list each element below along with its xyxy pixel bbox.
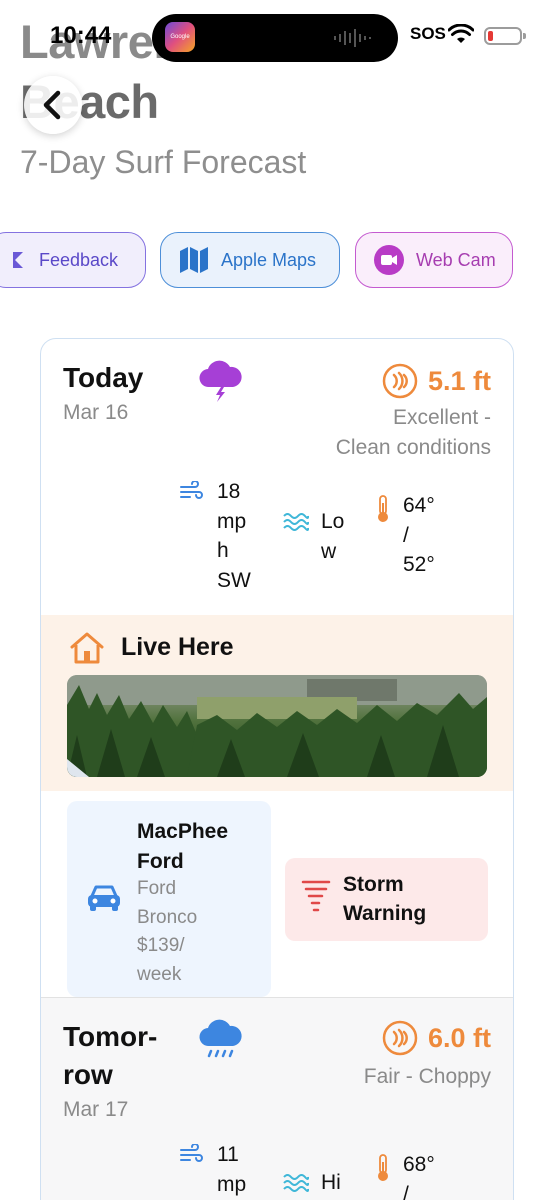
web-cam-button[interactable]: Web Cam	[355, 232, 513, 288]
wind-value: 11	[217, 1143, 239, 1166]
tornado-icon	[301, 880, 331, 912]
ford-title: MacPhee Ford	[137, 817, 228, 877]
feedback-button[interactable]: Feedback	[0, 232, 146, 288]
storm-title-line1: Storm	[343, 873, 404, 896]
tide-value-1: Lo	[321, 510, 345, 533]
web-cam-label: Web Cam	[416, 249, 496, 270]
forecast-card: Today Mar 16 5.1 ft Excellent - Clean co…	[40, 338, 514, 1200]
forest-scene-image	[67, 675, 487, 777]
wind-unit-1: mp	[217, 509, 247, 533]
live-here-sponsor[interactable]: Live Here	[41, 615, 513, 791]
tide-value-1: Hi	[321, 1171, 341, 1194]
status-bar: 10:44 Google SOS	[0, 0, 554, 70]
day-name-line1: Tomor-	[63, 1021, 158, 1052]
thermometer-icon	[378, 495, 388, 522]
wind-icon	[180, 481, 203, 499]
action-chip-row: Feedback Apple Maps Web Cam	[0, 232, 554, 290]
day-name-line2: row	[63, 1059, 113, 1090]
car-icon	[88, 885, 120, 911]
page-subtitle: 7-Day Surf Forecast	[20, 144, 307, 180]
wave-height: 6.0 ft	[382, 1020, 491, 1056]
water-waves-icon	[283, 513, 309, 531]
ford-title-line2: Ford	[137, 850, 184, 873]
condition-line2: Clean conditions	[335, 436, 491, 459]
feedback-icon	[13, 252, 23, 268]
back-button[interactable]	[24, 76, 82, 134]
apple-maps-label: Apple Maps	[221, 249, 317, 270]
house-icon	[70, 632, 104, 664]
wifi-icon	[448, 24, 474, 43]
condition-line1: Excellent -	[392, 406, 491, 429]
wave-height-value: 5.1 ft	[427, 365, 491, 396]
map-icon	[180, 247, 208, 273]
chevron-left-icon	[43, 90, 61, 120]
wave-signal-icon	[382, 363, 418, 399]
property-photo[interactable]	[67, 675, 487, 777]
temperature-metric: 68° /	[375, 1150, 435, 1200]
wind-direction: SW	[217, 568, 251, 592]
wind-metric: 11 mp	[179, 1140, 246, 1199]
water-waves-icon	[283, 1174, 309, 1192]
wind-value: 18	[217, 480, 241, 503]
wind-metric: 18 mp h SW	[179, 477, 251, 595]
ford-detail-line3: $139/	[137, 935, 185, 956]
ford-detail-line1: Ford	[137, 878, 177, 899]
wave-signal-icon	[382, 1020, 418, 1056]
dynamic-island[interactable]: Google	[152, 14, 398, 62]
battery-level	[488, 31, 493, 41]
status-time: 10:44	[50, 22, 112, 49]
temp-separator: /	[403, 1182, 409, 1200]
temperature-metric: 64° / 52°	[375, 491, 435, 580]
audio-wave-icon	[334, 29, 371, 47]
surf-condition: Excellent - Clean conditions	[336, 403, 491, 463]
thunderstorm-cloud-icon	[199, 360, 242, 402]
tide-metric: Hi	[283, 1168, 341, 1198]
video-camera-icon	[374, 245, 404, 275]
tide-metric: Lo w	[283, 507, 344, 566]
tide-value-2: w	[321, 539, 337, 563]
live-here-title: Live Here	[121, 633, 234, 661]
wind-icon	[180, 1144, 203, 1162]
macphee-ford-sponsor[interactable]: MacPhee Ford Ford Bronco $139/ week	[67, 801, 271, 997]
temp-high: 64°	[403, 494, 435, 517]
surf-condition: Fair - Choppy	[363, 1065, 491, 1088]
day-name: Today	[63, 362, 144, 393]
rain-cloud-icon	[199, 1019, 242, 1058]
storm-warning-title: Storm Warning	[343, 870, 426, 928]
google-app-icon: Google	[165, 22, 195, 52]
storm-title-line2: Warning	[343, 902, 427, 925]
day-date: Mar 16	[63, 401, 129, 424]
wave-height: 5.1 ft	[382, 363, 491, 399]
ford-detail: Ford Bronco $139/ week	[137, 875, 197, 989]
wind-unit-1: mp	[217, 1172, 247, 1196]
thermometer-icon	[378, 1154, 388, 1181]
apple-maps-button[interactable]: Apple Maps	[160, 232, 340, 288]
sos-indicator: SOS	[410, 24, 446, 43]
storm-warning-tile[interactable]: Storm Warning	[285, 858, 488, 941]
ford-title-line1: MacPhee	[137, 820, 229, 843]
ford-detail-line2: Bronco	[137, 906, 198, 928]
temp-separator: /	[403, 523, 409, 547]
ford-detail-line4: week	[137, 963, 182, 985]
wave-height-value: 6.0 ft	[427, 1022, 491, 1053]
wind-unit-2: h	[217, 539, 229, 562]
feedback-label: Feedback	[39, 249, 119, 270]
forecast-day-tomorrow[interactable]: Tomor- row Mar 17 6.0 ft Fair - Choppy 1…	[41, 998, 513, 1200]
temp-low: 52°	[403, 553, 435, 576]
day-date: Mar 17	[63, 1098, 129, 1121]
temp-high: 68°	[403, 1153, 435, 1176]
battery-icon	[484, 27, 526, 45]
